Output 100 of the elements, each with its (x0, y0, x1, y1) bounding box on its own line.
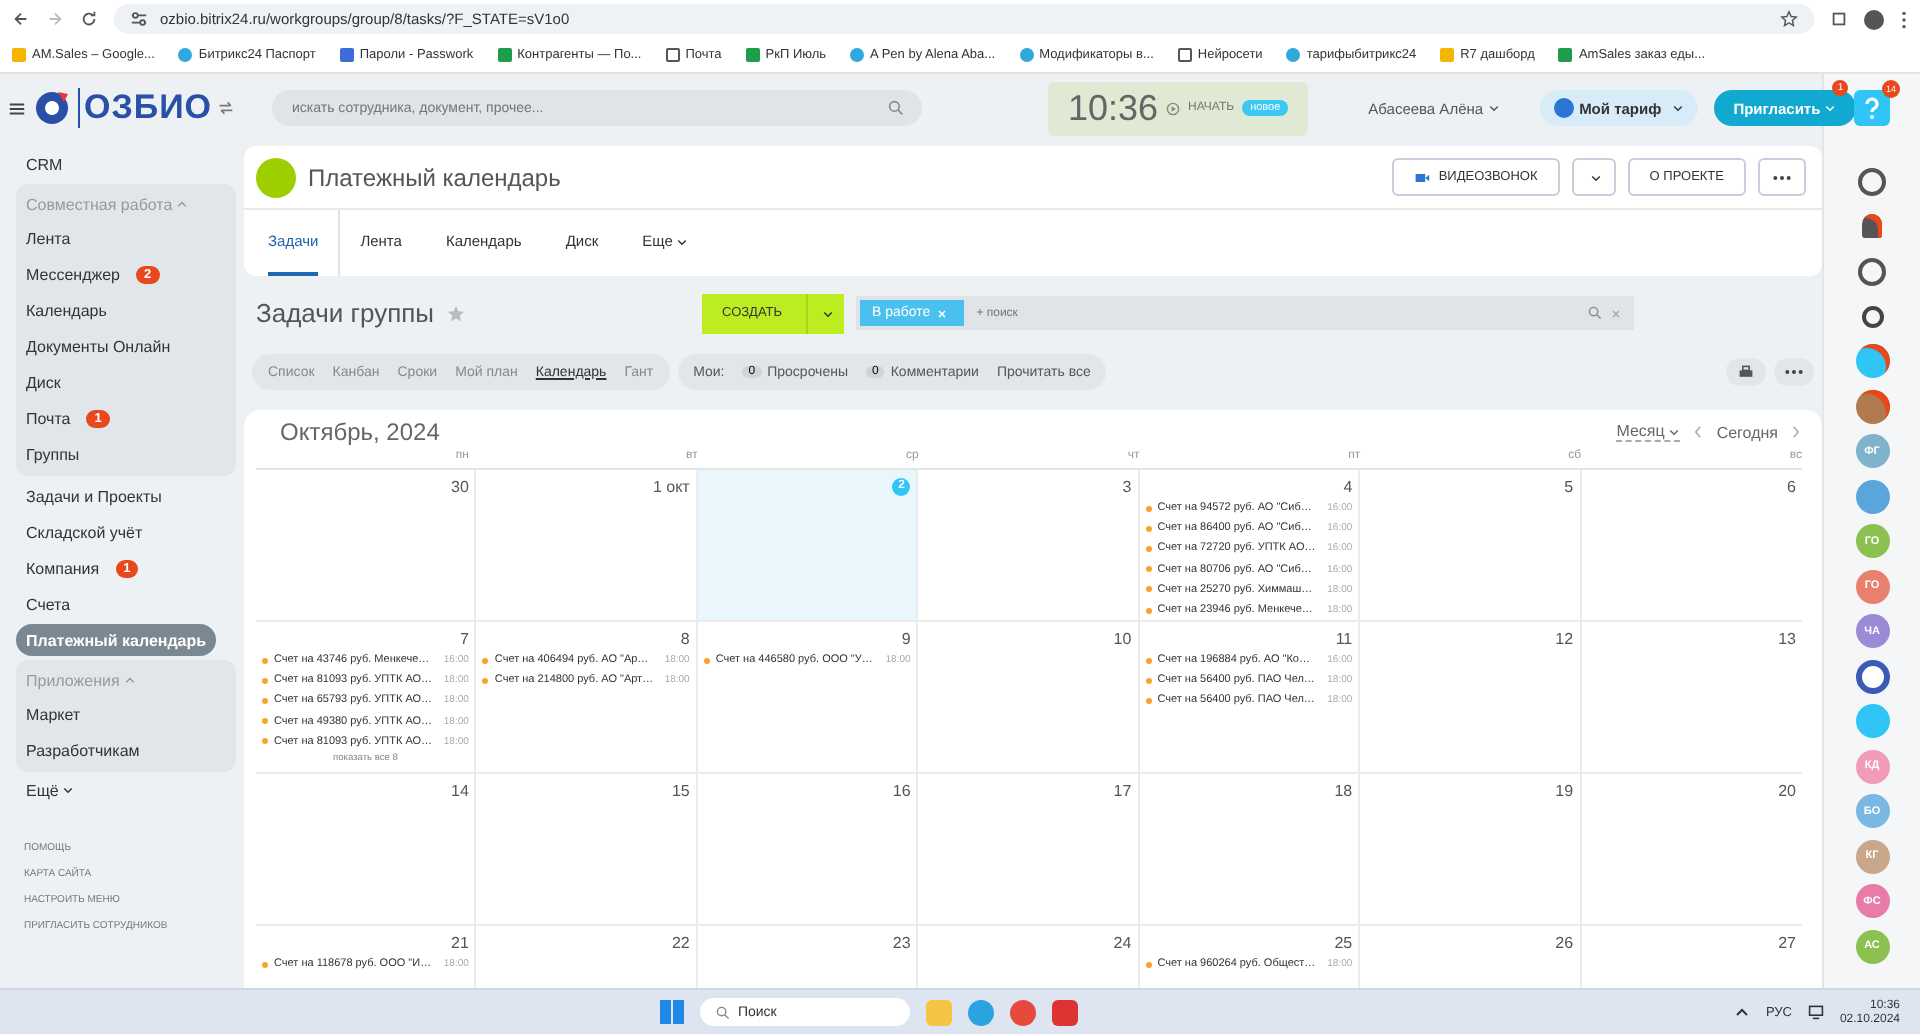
star-icon[interactable] (446, 303, 467, 323)
menu-item[interactable]: Календарь (16, 294, 117, 326)
day-number: 22 (671, 933, 690, 951)
play-icon[interactable] (1166, 101, 1181, 115)
event-dot (1145, 961, 1152, 968)
section-title: Задачи группы (256, 298, 435, 328)
swap-icon[interactable] (218, 100, 235, 116)
reload-icon[interactable] (80, 10, 98, 28)
event-dot (1145, 545, 1152, 552)
day-number: 13 (1778, 629, 1796, 647)
day-cell[interactable]: 16 (697, 774, 919, 926)
site-settings-icon[interactable] (130, 10, 148, 28)
avatar-photo[interactable] (1855, 389, 1889, 423)
event-dot (262, 677, 268, 684)
day-cell[interactable]: 18 (1139, 774, 1361, 926)
menu-item[interactable]: Группы (16, 438, 90, 470)
day-cell[interactable]: 19 (1360, 774, 1582, 926)
menu-item[interactable]: Диск (16, 366, 71, 398)
event-dot (1145, 657, 1152, 664)
day-cell[interactable]: 27 (1581, 926, 1802, 988)
event-dot (1145, 525, 1152, 532)
day-number: 11 (1335, 629, 1353, 647)
menu-item[interactable]: Платежный календарь (16, 624, 217, 656)
menu-icon[interactable] (1900, 9, 1908, 29)
view-mode-dropdown[interactable]: Месяц (1616, 422, 1681, 442)
next-icon[interactable] (1790, 424, 1802, 440)
clock-time: 10:36 (1068, 87, 1159, 129)
day-number: 20 (1778, 781, 1796, 799)
menu-item[interactable]: Компания (16, 552, 110, 584)
day-cell[interactable]: 12 (1360, 622, 1582, 774)
more-icon (1784, 368, 1804, 376)
close-icon[interactable] (936, 307, 949, 319)
menu-item[interactable]: Мессенджер (16, 258, 130, 290)
day-number: 19 (1555, 781, 1574, 799)
day-cell[interactable]: 6 (1581, 470, 1802, 622)
more-menu-item[interactable]: Ещё (16, 774, 236, 806)
caret-icon (1671, 102, 1684, 114)
day-number: 1 окт (652, 477, 690, 495)
event-dot (262, 961, 268, 968)
caret-icon (676, 235, 689, 247)
event-dot (1145, 697, 1152, 704)
printer-icon (1738, 364, 1754, 380)
event-dot (1145, 607, 1152, 614)
day-number: 5 (1564, 477, 1574, 495)
today-button[interactable]: Сегодня (1716, 423, 1778, 441)
day-number: 8 (680, 629, 690, 647)
caret-icon (176, 198, 189, 210)
day-cell[interactable]: 1 окт (476, 470, 698, 622)
menu-item[interactable]: Лента (16, 222, 81, 254)
star-icon[interactable] (1780, 10, 1798, 28)
menu-item[interactable]: Задачи и Проекты (16, 480, 172, 512)
day-number: 27 (1778, 933, 1796, 951)
day-number: 4 (1343, 477, 1353, 495)
day-cell[interactable]: 30 (256, 470, 477, 622)
day-number: 23 (892, 933, 911, 951)
day-cell[interactable]: 14 (256, 774, 477, 926)
more-button[interactable] (1774, 358, 1814, 386)
day-number: 17 (1113, 781, 1132, 799)
event-dot (262, 718, 268, 725)
event-dot (482, 677, 489, 684)
day-number: 10 (1113, 629, 1132, 647)
caret-icon (123, 674, 136, 686)
menu-item[interactable]: Разработчикам (16, 734, 150, 766)
day-cell[interactable]: 17 (918, 774, 1140, 926)
day-cell[interactable]: 15 (476, 774, 698, 926)
menu-icon[interactable] (8, 99, 26, 117)
previous-icon[interactable] (1692, 424, 1705, 440)
day-cell[interactable]: 3 (918, 470, 1140, 622)
day-cell[interactable] (1139, 470, 1361, 622)
day-cell[interactable]: 10 (918, 622, 1140, 774)
day-cell[interactable]: 13 (1581, 622, 1802, 774)
day-number: 6 (1787, 477, 1796, 495)
caret-icon (822, 307, 835, 319)
event-dot (1145, 586, 1152, 593)
menu-item[interactable]: Маркет (16, 698, 91, 730)
more-button[interactable] (1758, 158, 1806, 196)
menu-item[interactable]: Почта (16, 402, 81, 434)
day-number: 30 (451, 477, 469, 495)
month-title: Октябрь, 2024 (280, 418, 440, 446)
day-number: 3 (1122, 477, 1132, 495)
event-dot (262, 657, 268, 664)
menu-item[interactable]: CRM (16, 148, 73, 180)
forward-icon[interactable] (46, 10, 64, 28)
menu-item[interactable]: Счета (16, 588, 81, 620)
caret-icon (1487, 102, 1500, 114)
event-dot (262, 697, 268, 704)
menu-item[interactable]: Документы Онлайн (16, 330, 181, 362)
help-icon[interactable] (1854, 90, 1890, 126)
extension-icon[interactable] (1830, 10, 1848, 28)
back-icon[interactable] (12, 10, 30, 28)
print-button[interactable] (1726, 358, 1766, 386)
day-cell[interactable]: 20 (1581, 774, 1802, 926)
day-number: 7 (459, 629, 469, 647)
menu-item[interactable]: Складской учёт (16, 516, 153, 548)
day-cell[interactable]: 5 (1360, 470, 1582, 622)
event-dot (262, 738, 268, 745)
network-icon[interactable] (1807, 1004, 1824, 1020)
windows-icon[interactable] (659, 1000, 684, 1024)
profile-avatar[interactable] (1864, 9, 1884, 29)
caret-icon (62, 784, 75, 796)
